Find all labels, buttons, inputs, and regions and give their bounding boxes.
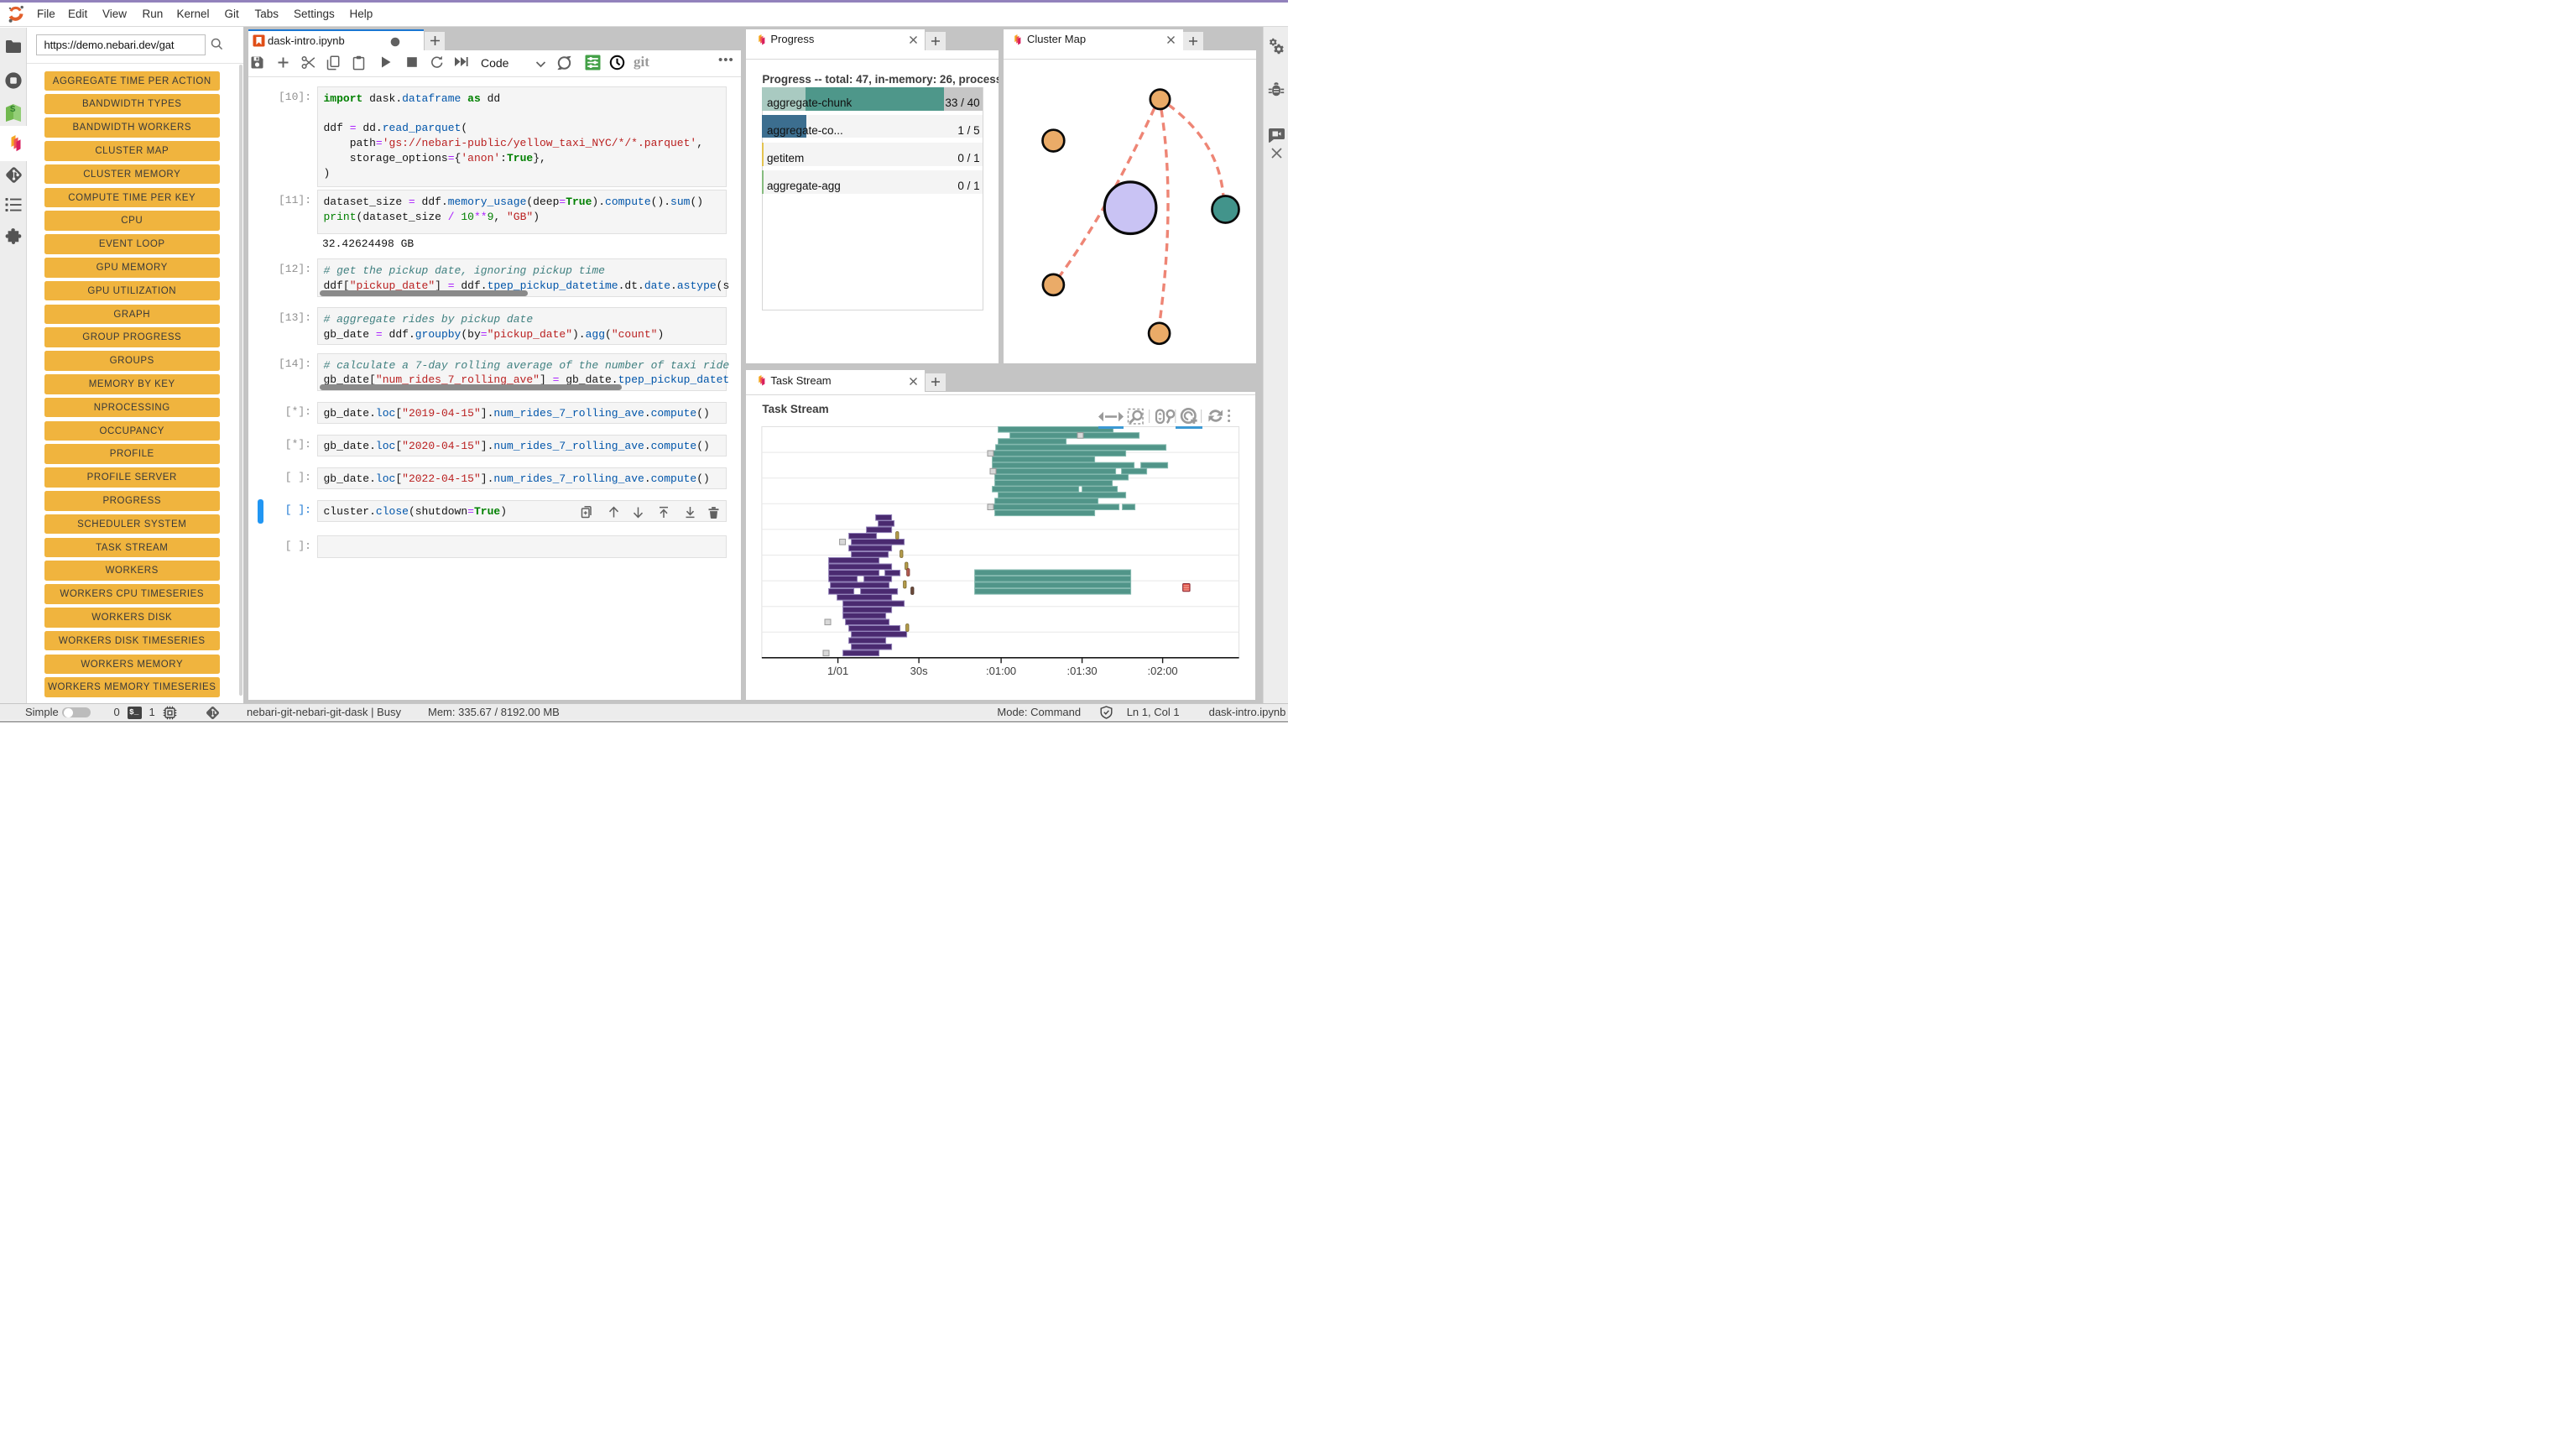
svg-text:30s: 30s: [910, 665, 928, 677]
svg-text::01:30: :01:30: [1067, 665, 1098, 677]
svg-text::02:00: :02:00: [1148, 665, 1178, 677]
svg-text:1/01: 1/01: [827, 665, 848, 677]
svg-text:S: S: [10, 105, 16, 114]
svg-text::01:00: :01:00: [986, 665, 1016, 677]
